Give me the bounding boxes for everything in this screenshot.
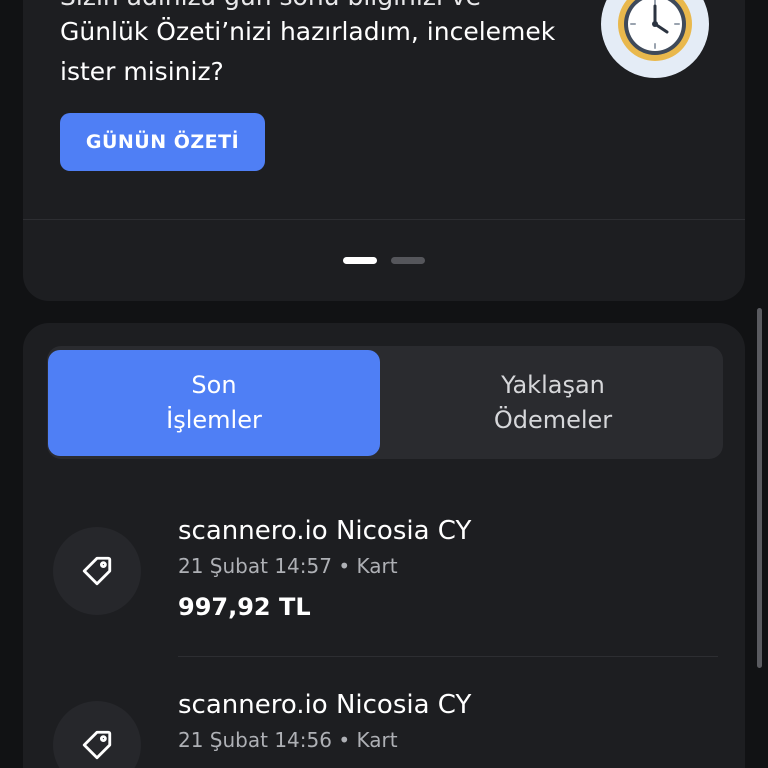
transaction-meta: 21 Şubat 14:57 • Kart bbox=[178, 554, 398, 578]
tab-label-line-1: Yaklaşan bbox=[501, 371, 605, 399]
tag-icon bbox=[53, 527, 141, 615]
summary-text-line-partial: Sizin adınıza gün sonu bilginizi ve bbox=[60, 0, 600, 12]
tab-recent-transactions[interactable]: Son İşlemler bbox=[48, 350, 380, 456]
screen: Sizin adınıza gün sonu bilginizi ve Günl… bbox=[0, 0, 768, 768]
transaction-title: scannero.io Nicosia CY bbox=[178, 516, 472, 546]
tab-label-line-1: Son bbox=[191, 371, 237, 399]
carousel-pagination bbox=[343, 257, 425, 264]
summary-text-line-1: Günlük Özeti’nizi hazırladım, incelemek bbox=[60, 17, 556, 46]
transaction-divider bbox=[178, 656, 718, 657]
transactions-tabs: Son İşlemler Yaklaşan Ödemeler bbox=[47, 346, 723, 459]
tab-label-line-2: İşlemler bbox=[166, 406, 262, 434]
carousel-dot-active[interactable] bbox=[343, 257, 377, 264]
daily-summary-message: Sizin adınıza gün sonu bilginizi ve Günl… bbox=[60, 0, 600, 92]
transaction-amount: 997,92 TL bbox=[178, 593, 311, 621]
daily-summary-button[interactable]: GÜNÜN ÖZETİ bbox=[60, 113, 265, 171]
carousel-dot[interactable] bbox=[391, 257, 425, 264]
tab-upcoming-payments[interactable]: Yaklaşan Ödemeler bbox=[387, 350, 719, 456]
clock-icon bbox=[601, 0, 709, 78]
transaction-meta: 21 Şubat 14:56 • Kart bbox=[178, 728, 398, 752]
scrollbar[interactable] bbox=[757, 308, 762, 668]
summary-divider bbox=[23, 219, 745, 220]
tab-label-line-2: Ödemeler bbox=[493, 406, 613, 434]
transaction-title: scannero.io Nicosia CY bbox=[178, 690, 472, 720]
summary-text-line-2: ister misiniz? bbox=[60, 57, 224, 86]
